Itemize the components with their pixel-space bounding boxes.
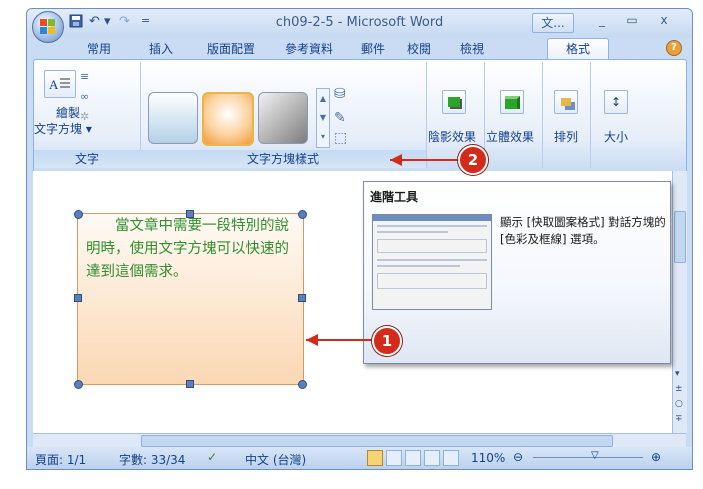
callout-arrows: [306, 154, 460, 346]
callout-2: 2: [458, 145, 488, 175]
office-logo-icon: [40, 19, 56, 35]
office-button[interactable]: [32, 11, 64, 43]
callout-1: 1: [372, 326, 402, 356]
